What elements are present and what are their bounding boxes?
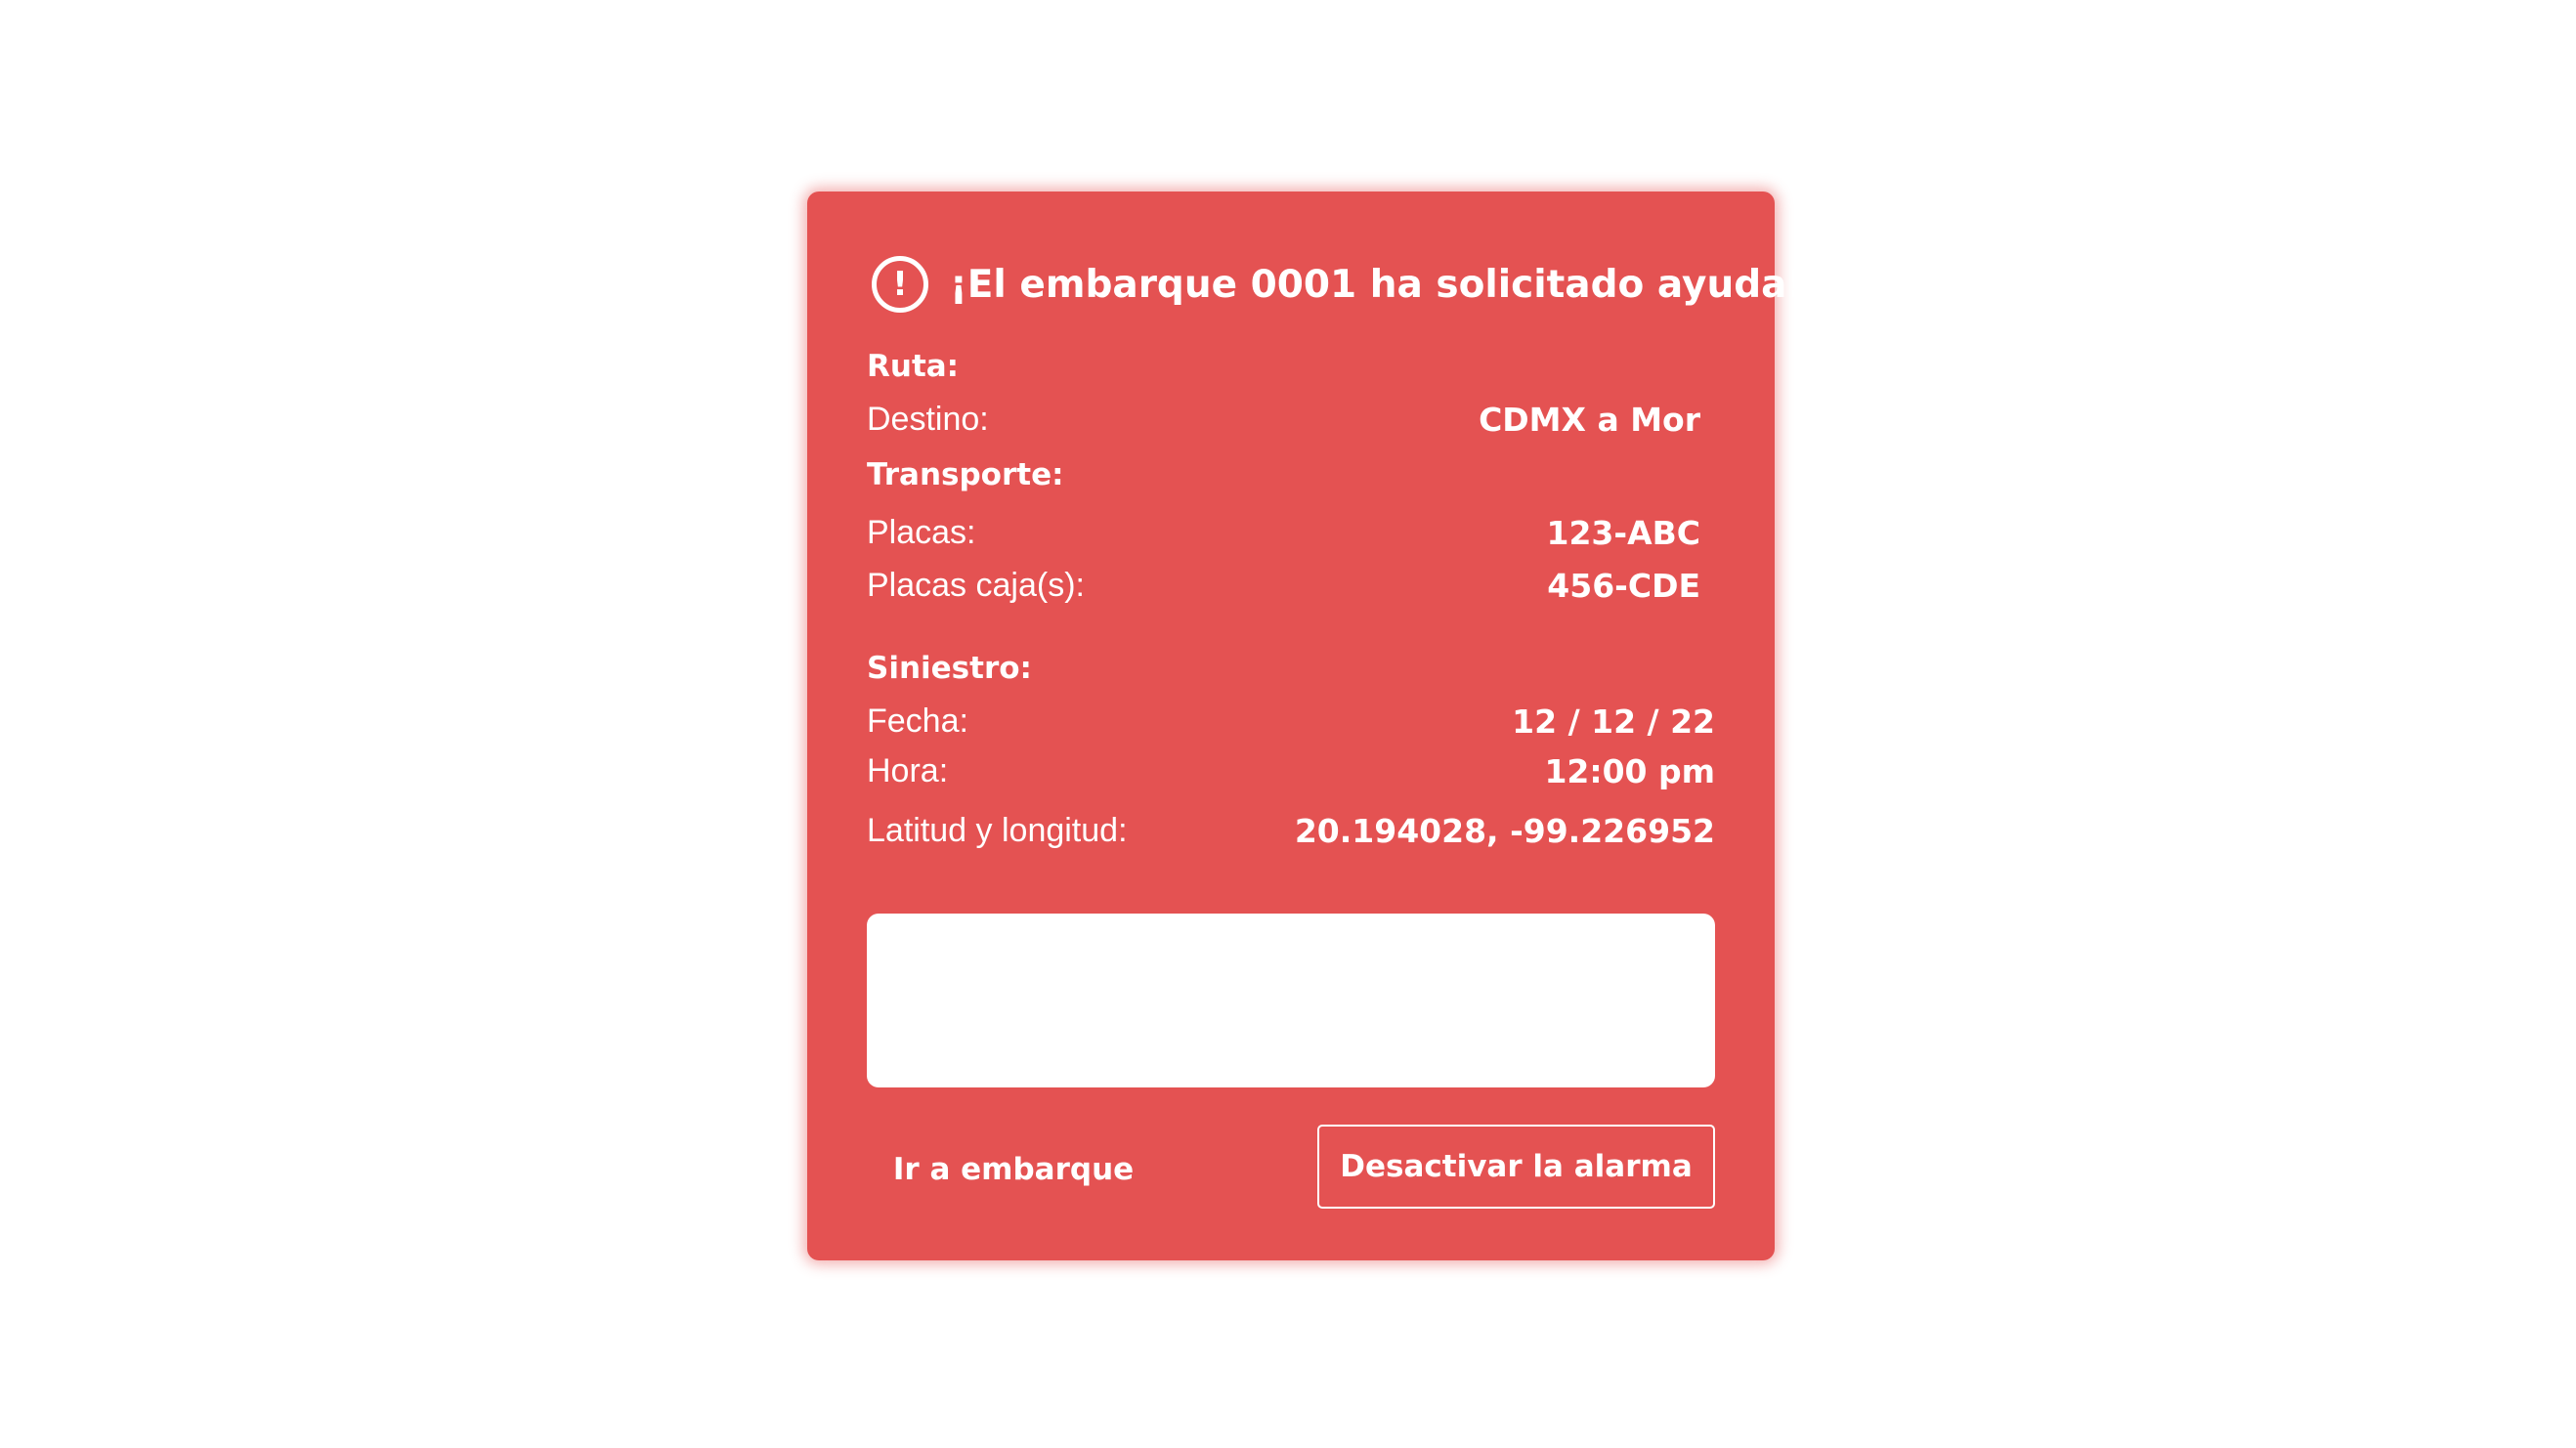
destino-value: CDMX a Mor	[1479, 400, 1700, 439]
latlon-value: 20.194028, -99.226952	[1294, 811, 1715, 850]
placas-value: 123-ABC	[1546, 513, 1701, 552]
go-to-shipment-button[interactable]: Ir a embarque	[872, 1142, 1155, 1197]
alert-circle-icon: !	[872, 256, 928, 313]
row-placas: Placas: 123-ABC	[867, 511, 1700, 554]
help-request-alert-card: ! ¡El embarque 0001 ha solicitado ayuda!…	[807, 192, 1804, 1260]
placas-label: Placas:	[867, 513, 976, 551]
section-ruta-heading: Ruta:	[867, 349, 960, 384]
row-placas-caja: Placas caja(s): 456-CDE	[867, 564, 1700, 607]
placas-caja-label: Placas caja(s):	[867, 566, 1085, 604]
row-fecha: Fecha: 12 / 12 / 22	[867, 700, 1715, 743]
alert-title: ¡El embarque 0001 ha solicitado ayuda!	[950, 262, 1805, 307]
deactivate-alarm-button[interactable]: Desactivar la alarma	[1317, 1125, 1715, 1209]
hora-value: 12:00 pm	[1544, 751, 1715, 790]
comment-field[interactable]	[867, 914, 1715, 1087]
section-transporte-heading: Transporte:	[867, 457, 1064, 492]
fecha-label: Fecha:	[867, 702, 968, 740]
hora-label: Hora:	[867, 751, 949, 789]
placas-caja-value: 456-CDE	[1547, 566, 1700, 605]
alert-header: ! ¡El embarque 0001 ha solicitado ayuda!	[872, 250, 1804, 319]
section-siniestro-heading: Siniestro:	[867, 651, 1032, 686]
destino-label: Destino:	[867, 400, 989, 438]
latlon-label: Latitud y longitud:	[867, 811, 1128, 849]
fecha-value: 12 / 12 / 22	[1512, 702, 1715, 741]
row-destino: Destino: CDMX a Mor	[867, 398, 1700, 441]
row-hora: Hora: 12:00 pm	[867, 749, 1715, 792]
row-latitud-longitud: Latitud y longitud: 20.194028, -99.22695…	[867, 809, 1715, 852]
